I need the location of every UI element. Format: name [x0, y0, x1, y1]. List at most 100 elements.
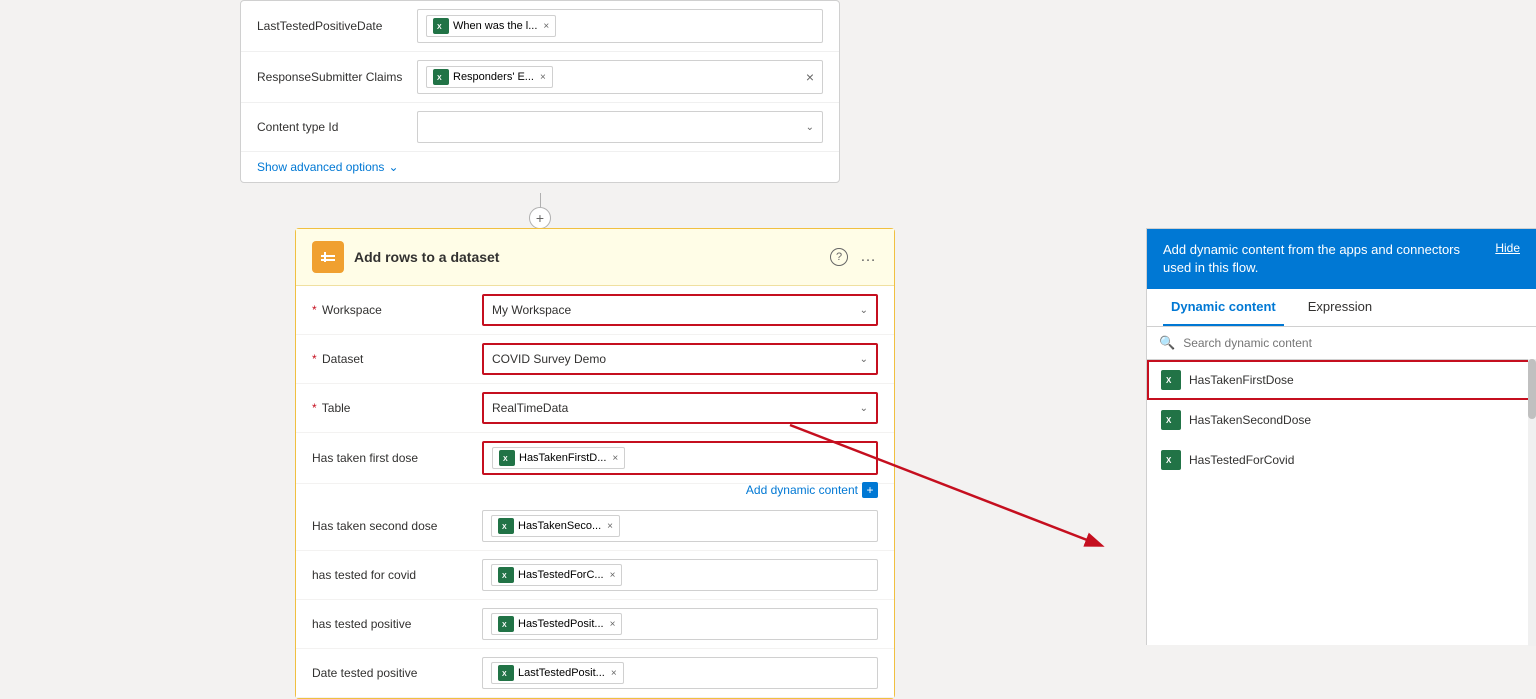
svg-text:X: X — [502, 573, 507, 580]
panel-header-text: Add dynamic content from the apps and co… — [1163, 241, 1485, 277]
panel-header: Add dynamic content from the apps and co… — [1147, 229, 1536, 289]
tested-covid-field: X HasTestedForC... × — [482, 559, 878, 591]
show-advanced-label: Show advanced options — [257, 160, 384, 174]
first-dose-tag-close[interactable]: × — [612, 453, 618, 464]
panel-item-label-first-dose: HasTakenFirstDose — [1189, 373, 1294, 387]
table-label: * Table — [312, 401, 482, 415]
tested-covid-label: has tested for covid — [312, 568, 482, 582]
content-type-field[interactable]: ⌄ — [417, 111, 823, 143]
clear-button[interactable]: × — [806, 69, 814, 85]
connector-plus-button[interactable]: + — [529, 207, 551, 229]
dataset-value: COVID Survey Demo — [492, 352, 606, 366]
ellipsis-button[interactable]: … — [860, 248, 878, 266]
tab-dynamic-content[interactable]: Dynamic content — [1163, 289, 1284, 326]
second-dose-label: Has taken second dose — [312, 519, 482, 533]
tab-expression[interactable]: Expression — [1300, 289, 1380, 326]
first-dose-icon: X — [499, 450, 515, 466]
panel-tabs: Dynamic content Expression — [1147, 289, 1536, 327]
card-actions: ? … — [830, 248, 878, 266]
date-tested-positive-tag-close[interactable]: × — [611, 668, 617, 679]
date-tested-positive-chip[interactable]: X LastTestedPosit... × — [491, 662, 624, 684]
scrollbar-thumb[interactable] — [1528, 359, 1536, 419]
tested-positive-label: has tested positive — [312, 617, 482, 631]
panel-item-tested-covid[interactable]: X HasTestedForCovid — [1147, 440, 1536, 480]
content-type-row: Content type Id ⌄ — [241, 103, 839, 152]
when-tag-chip[interactable]: X When was the l... × — [426, 15, 556, 37]
dataset-dropdown[interactable]: COVID Survey Demo ⌄ — [482, 343, 878, 375]
top-form-card: LastTestedPositiveDate X When was the l.… — [240, 0, 840, 183]
workspace-label: * Workspace — [312, 303, 482, 317]
last-tested-label: LastTestedPositiveDate — [257, 19, 417, 33]
response-submitter-row: ResponseSubmitter Claims X Responders' E… — [241, 52, 839, 103]
first-dose-field: X HasTakenFirstD... × — [482, 441, 878, 475]
last-tested-field: X When was the l... × — [417, 9, 823, 43]
panel-item-label-tested-covid: HasTestedForCovid — [1189, 453, 1294, 467]
svg-text:X: X — [503, 456, 508, 463]
tested-positive-chip[interactable]: X HasTestedPosit... × — [491, 613, 622, 635]
table-chevron: ⌄ — [860, 403, 868, 414]
when-tag-label: When was the l... — [453, 20, 537, 32]
add-rows-card: Add rows to a dataset ? … * Workspace My… — [295, 228, 895, 699]
panel-item-first-dose[interactable]: X HasTakenFirstDose — [1147, 360, 1536, 400]
date-tested-positive-icon: X — [498, 665, 514, 681]
second-dose-tag-close[interactable]: × — [607, 521, 613, 532]
first-dose-label: Has taken first dose — [312, 451, 482, 465]
dataset-label: * Dataset — [312, 352, 482, 366]
workspace-chevron: ⌄ — [860, 305, 868, 316]
second-dose-chip[interactable]: X HasTakenSeco... × — [491, 515, 620, 537]
when-tag-close[interactable]: × — [543, 21, 549, 32]
card-title: Add rows to a dataset — [354, 249, 830, 265]
tested-covid-chip[interactable]: X HasTestedForC... × — [491, 564, 622, 586]
panel-search-container: 🔍 — [1147, 327, 1536, 360]
panel-item-icon-first-dose: X — [1161, 370, 1181, 390]
right-panel: Add dynamic content from the apps and co… — [1146, 228, 1536, 645]
dataset-label-text: Dataset — [322, 352, 363, 366]
table-dropdown[interactable]: RealTimeData ⌄ — [482, 392, 878, 424]
response-submitter-field: X Responders' E... × × — [417, 60, 823, 94]
svg-text:X: X — [1166, 376, 1172, 385]
workspace-dropdown[interactable]: My Workspace ⌄ — [482, 294, 878, 326]
tested-positive-tag-close[interactable]: × — [610, 619, 616, 630]
tested-covid-icon: X — [498, 567, 514, 583]
add-dynamic-content-row[interactable]: Add dynamic content + — [296, 480, 894, 502]
second-dose-row: Has taken second dose X HasTakenSeco... … — [296, 502, 894, 551]
content-type-chevron: ⌄ — [806, 122, 814, 133]
tested-covid-tag-close[interactable]: × — [610, 570, 616, 581]
svg-text:X: X — [502, 671, 507, 678]
tested-covid-row: has tested for covid X HasTestedForC... … — [296, 551, 894, 600]
add-dynamic-label: Add dynamic content — [746, 483, 858, 497]
search-input[interactable] — [1183, 336, 1524, 350]
table-required: * — [312, 401, 317, 415]
tested-positive-icon: X — [498, 616, 514, 632]
tested-positive-tag-label: HasTestedPosit... — [518, 618, 604, 630]
connector-line-top — [540, 193, 541, 207]
response-submitter-label: ResponseSubmitter Claims — [257, 70, 417, 84]
workspace-value: My Workspace — [492, 303, 571, 317]
panel-item-label-second-dose: HasTakenSecondDose — [1189, 413, 1311, 427]
card-body: * Workspace My Workspace ⌄ * Dataset COV… — [296, 286, 894, 698]
dataset-required: * — [312, 352, 317, 366]
workspace-required: * — [312, 303, 317, 317]
panel-item-second-dose[interactable]: X HasTakenSecondDose — [1147, 400, 1536, 440]
date-tested-positive-row: Date tested positive X LastTestedPosit..… — [296, 649, 894, 698]
show-advanced-chevron: ⌄ — [388, 160, 398, 174]
scrollbar-track — [1528, 359, 1536, 646]
plus-symbol: + — [536, 210, 544, 226]
content-type-label: Content type Id — [257, 120, 417, 134]
date-tested-positive-label: Date tested positive — [312, 666, 482, 680]
date-tested-positive-tag-label: LastTestedPosit... — [518, 667, 605, 679]
responders-tag-chip[interactable]: X Responders' E... × — [426, 66, 553, 88]
first-dose-chip[interactable]: X HasTakenFirstD... × — [492, 447, 625, 469]
first-dose-row: Has taken first dose X HasTakenFirstD...… — [296, 433, 894, 484]
help-button[interactable]: ? — [830, 248, 848, 266]
panel-items-list: X HasTakenFirstDose X HasTakenSecondDose… — [1147, 360, 1536, 646]
table-row: * Table RealTimeData ⌄ — [296, 384, 894, 433]
responders-tag-close[interactable]: × — [540, 72, 546, 83]
excel-icon: X — [433, 18, 449, 34]
add-dynamic-plus-icon: + — [862, 482, 878, 498]
workspace-label-text: Workspace — [322, 303, 382, 317]
hide-button[interactable]: Hide — [1495, 241, 1520, 255]
show-advanced-options[interactable]: Show advanced options ⌄ — [241, 152, 839, 182]
svg-text:X: X — [502, 524, 507, 531]
workspace-row: * Workspace My Workspace ⌄ — [296, 286, 894, 335]
